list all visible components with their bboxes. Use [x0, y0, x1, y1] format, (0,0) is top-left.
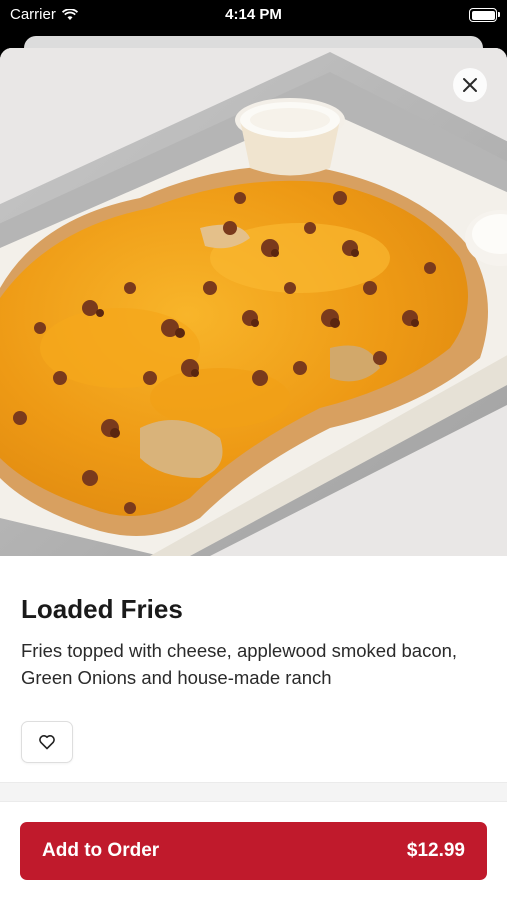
section-divider [0, 782, 507, 802]
item-detail-sheet: Loaded Fries Fries topped with cheese, a… [0, 48, 507, 900]
status-bar: Carrier 4:14 PM [0, 0, 507, 30]
status-time: 4:14 PM [225, 6, 282, 23]
add-to-order-label: Add to Order [42, 840, 160, 861]
close-icon [463, 78, 477, 92]
favorite-button[interactable] [21, 721, 73, 763]
item-photo [0, 48, 507, 556]
battery-icon [469, 8, 500, 22]
item-info: Loaded Fries Fries topped with cheese, a… [0, 594, 507, 763]
item-price: $12.99 [406, 840, 465, 861]
close-button[interactable] [453, 68, 487, 102]
item-title: Loaded Fries [21, 594, 183, 624]
add-to-order-button[interactable]: Add to Order $12.99 [20, 822, 487, 880]
heart-icon [39, 735, 55, 750]
item-description: Fries topped with cheese, applewood smok… [21, 640, 458, 688]
loaded-fries-photo [0, 48, 507, 556]
